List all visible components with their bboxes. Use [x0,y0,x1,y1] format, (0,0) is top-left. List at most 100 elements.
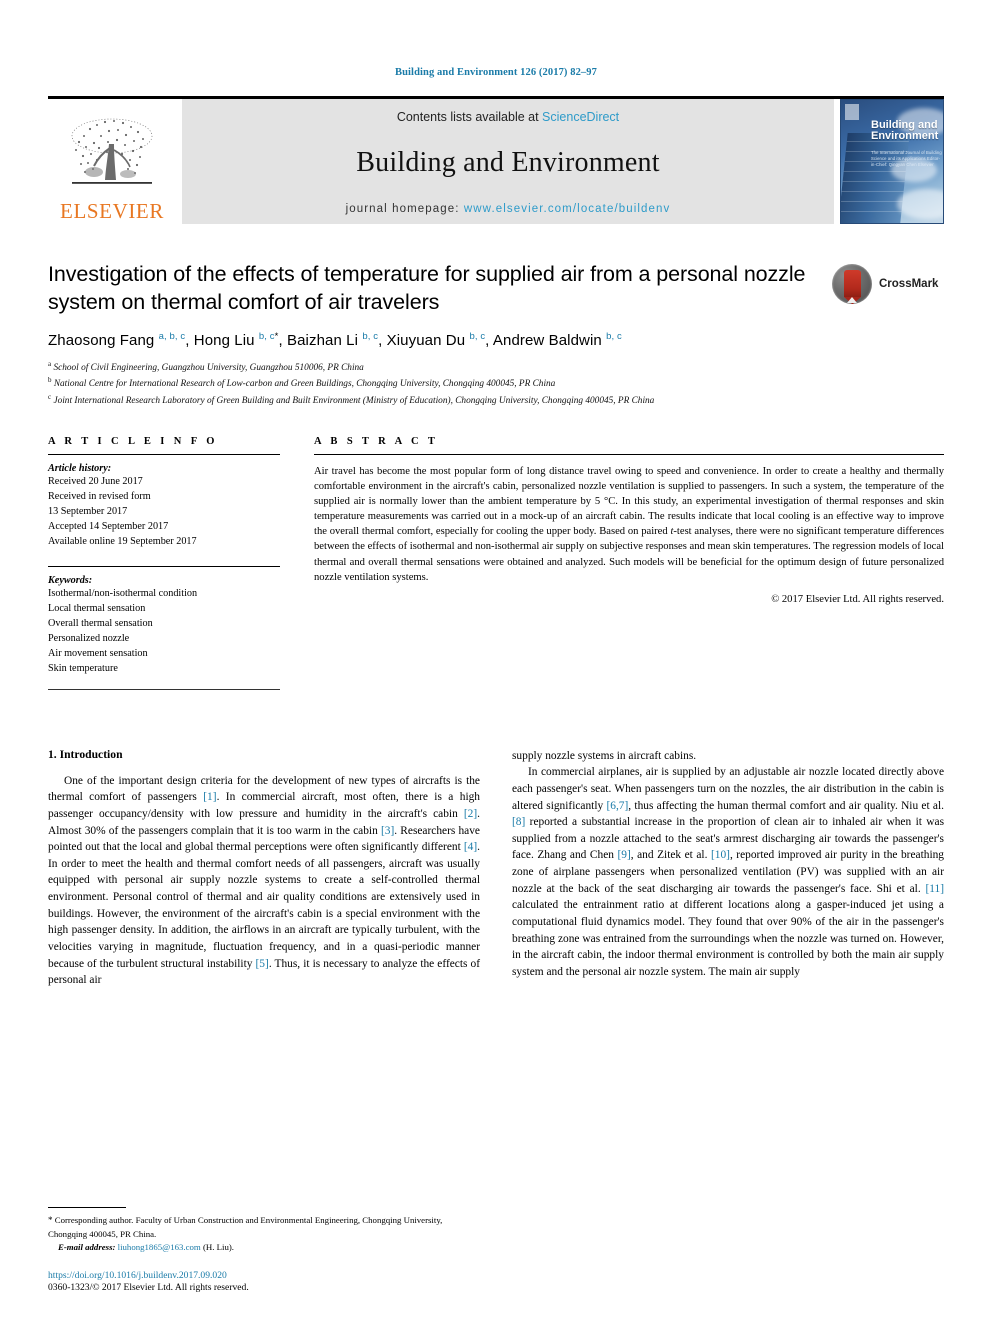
author-entry[interactable]: Xiuyuan Du b, c [387,331,486,349]
cover-title-line2: Environment [871,130,939,143]
journal-title: Building and Environment [356,147,660,178]
journal-cover-thumbnail: Building and Environment The Internation… [840,98,944,224]
journal-band: Contents lists available at ScienceDirec… [182,98,834,224]
citation-ref[interactable]: [4] [464,841,477,853]
abstract-copyright: © 2017 Elsevier Ltd. All rights reserved… [771,593,944,605]
body-column-left: 1. Introduction One of the important des… [48,748,480,989]
author-sep: , [485,332,493,350]
keyword-item: Local thermal sensation [48,602,146,614]
cover-title-line1: Building and [871,118,938,131]
author-sep: , [185,332,194,350]
email-label: E-mail address: [58,1241,116,1252]
article-info-column: A R T I C L E I N F O Article history: R… [48,436,280,690]
keywords-rule-bottom [48,688,280,690]
author-entry[interactable]: Hong Liu b, c* [193,331,279,350]
crossmark-label: CrossMark [879,277,939,290]
footnote-rule [48,1207,126,1209]
cover-title: Building and Environment [871,118,939,144]
author-sep: , [278,332,287,350]
citation-ref[interactable]: [5] [256,958,269,970]
body-columns: 1. Introduction One of the important des… [48,748,944,989]
contents-available-line: Contents lists available at ScienceDirec… [397,110,619,124]
article-history-label: Article history: [48,462,112,474]
author-entry[interactable]: Zhaosong Fang a, b, c [48,331,186,350]
keyword-item: Overall thermal sensation [48,617,153,629]
email-note: E-mail address: liuhong1865@163.com (H. … [48,1241,478,1254]
affiliation-text: National Centre for International Resear… [53,379,556,390]
body-column-right: supply nozzle systems in aircraft cabins… [512,748,944,989]
text-run: , and Zitek et al. [630,849,711,862]
page-title: Investigation of the effects of temperat… [48,261,806,315]
footnote-block: * Corresponding author. Faculty of Urban… [48,1207,478,1293]
author-name: Andrew Baldwin [492,332,602,350]
issn-copyright-line: 0360-1323/© 2017 Elsevier Ltd. All right… [48,1282,249,1293]
cover-elsevier-icon [845,103,859,120]
author-entry[interactable]: Baizhan Li b, c [287,331,379,350]
keyword-item: Skin temperature [48,662,118,674]
paper-page: Building and Environment 126 (2017) 82–9… [0,0,992,1323]
article-history-group: Article history: Received 20 June 2017 R… [48,455,280,550]
history-line: Received in revised form [48,490,151,502]
affiliation-item: b National Centre for International Rese… [48,375,824,391]
affiliation-list: a School of Civil Engineering, Guangzhou… [48,359,824,408]
history-line: Accepted 14 September 2017 [48,520,169,532]
journal-masthead: ELSEVIER Contents lists available at Sci… [48,95,944,224]
text-run: calculated the entrainment ratio at diff… [512,899,944,978]
elsevier-wordmark: ELSEVIER [60,198,164,223]
affiliation-text: Joint International Research Laboratory … [53,395,655,406]
keyword-item: Isothermal/non-isothermal condition [48,587,198,599]
affiliation-item: c Joint International Research Laborator… [48,392,824,408]
paragraph: One of the important design criteria for… [48,773,480,989]
author-sep: , [378,332,387,350]
abstract-column: A B S T R A C T Air travel has become th… [314,436,944,690]
citation-ref[interactable]: [1] [203,791,216,803]
author-affil-marks: b, c [258,331,275,343]
corresponding-author-note: * Corresponding author. Faculty of Urban… [48,1214,478,1241]
affiliation-mark: a [48,360,52,369]
journal-homepage-line: journal homepage: www.elsevier.com/locat… [346,203,671,215]
section-heading-introduction: 1. Introduction [48,747,123,761]
author-affil-marks: b, c [606,331,622,343]
paragraph-continuation: supply nozzle systems in aircraft cabins… [512,749,697,762]
citation-ref[interactable]: [3] [381,825,394,837]
keywords-group: Keywords: Isothermal/non-isothermal cond… [48,567,280,677]
elsevier-tree-icon [71,118,153,184]
abstract-text: Air travel has become the most popular f… [314,455,944,585]
crossmark-badge[interactable]: CrossMark [832,262,944,306]
citation-ref[interactable]: [10] [711,849,730,861]
author-affil-marks: b, c [362,331,379,343]
author-entry[interactable]: Andrew Baldwin b, c [492,331,622,350]
citation-ref[interactable]: [8] [512,816,525,828]
author-name: Zhaosong Fang [48,332,155,350]
email-link[interactable]: liuhong1865@163.com [118,1242,201,1252]
paragraph: In commercial airplanes, air is supplied… [512,764,944,980]
sciencedirect-link[interactable]: ScienceDirect [542,110,619,124]
affiliation-mark: b [48,376,52,385]
citation-ref[interactable]: [9] [617,849,630,861]
affiliation-text: School of Civil Engineering, Guangzhou U… [53,363,364,374]
history-line: 13 September 2017 [48,505,128,517]
keywords-label: Keywords: [48,574,93,586]
history-line: Received 20 June 2017 [48,475,143,487]
citation-ref[interactable]: [11] [925,883,944,895]
history-line: Available online 19 September 2017 [48,535,197,547]
elsevier-logo: ELSEVIER [48,99,176,224]
affiliation-mark: c [48,392,52,401]
homepage-url-link[interactable]: www.elsevier.com/locate/buildenv [464,203,671,215]
author-affil-marks: a, b, c [158,331,186,343]
crossmark-icon [832,263,872,304]
author-name: Hong Liu [193,332,255,350]
citation-ref[interactable]: [2] [464,808,477,820]
abstract-heading: A B S T R A C T [314,435,439,447]
citation-ref[interactable]: [6,7] [606,800,628,812]
title-block: CrossMark Investigation of the effects o… [48,260,944,408]
affiliation-item: a School of Civil Engineering, Guangzhou… [48,359,824,375]
info-abstract-row: A R T I C L E I N F O Article history: R… [48,436,944,690]
contents-prefix: Contents lists available at [396,109,543,124]
keyword-item: Air movement sensation [48,647,148,659]
doi-link[interactable]: https://doi.org/10.1016/j.buildenv.2017.… [48,1270,478,1281]
author-name: Baizhan Li [287,332,359,350]
text-run: , thus affecting the human thermal comfo… [628,799,944,812]
email-suffix: (H. Liu). [200,1241,234,1252]
